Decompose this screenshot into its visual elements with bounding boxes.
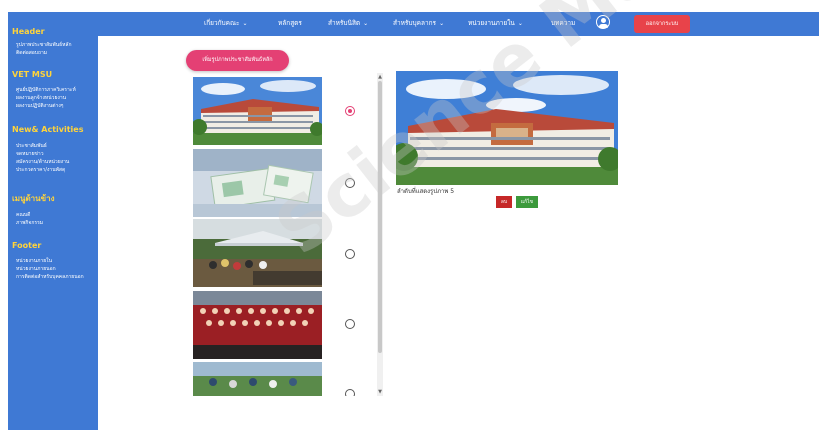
- thumbnail-building[interactable]: [193, 77, 322, 145]
- sidebar-heading-vet-msu[interactable]: VET MSU: [12, 70, 52, 79]
- sidebar-link[interactable]: ผลงานปฏิบัติงานต่างๆ: [16, 102, 63, 110]
- nav-item-curriculum[interactable]: หลักสูตร: [278, 18, 302, 28]
- select-radio-4[interactable]: [345, 319, 355, 329]
- nav-label: หลักสูตร: [278, 19, 302, 27]
- add-banner-image-button[interactable]: เพิ่มรูปภาพประชาสัมพันธ์หลัก: [186, 50, 289, 71]
- sidebar-link[interactable]: สมัครงาน/ด้านหน่วยงาน: [16, 158, 69, 166]
- group-photo: [193, 291, 322, 359]
- nav-label: สำหรับนิสิต: [328, 19, 361, 27]
- preview-caption: ลำดับที่แสดงรูปภาพ 5: [397, 188, 455, 195]
- select-radio-2[interactable]: [345, 178, 355, 188]
- nav-item-students[interactable]: สำหรับนิสิต ⌄: [328, 18, 368, 28]
- sidebar-link[interactable]: ติดต่อสอบถาม: [16, 49, 47, 57]
- thumbnail-money[interactable]: [193, 149, 322, 217]
- list-scrollbar[interactable]: ▲ ▼: [377, 73, 383, 396]
- delete-button[interactable]: ลบ: [496, 196, 512, 208]
- building-photo: [193, 77, 322, 145]
- chevron-down-icon: ⌄: [517, 20, 523, 27]
- nav-item-internal-units[interactable]: หน่วยงานภายใน ⌄: [468, 18, 523, 28]
- sidebar-heading-header[interactable]: Header: [12, 27, 45, 36]
- scroll-up-icon[interactable]: ▲: [377, 74, 383, 80]
- logout-button[interactable]: ออกจากระบบ: [634, 15, 690, 33]
- top-nav: เกี่ยวกับคณะ ⌄ หลักสูตร สำหรับนิสิต ⌄ สำหร…: [98, 12, 819, 36]
- sidebar: Header รูปภาพประชาสัมพันธ์หลัก ติดต่อสอบ…: [8, 12, 98, 430]
- banner-image-list: ▲ ▼: [186, 73, 384, 396]
- select-radio-5[interactable]: [345, 389, 355, 396]
- sidebar-link[interactable]: ประกวดราคา/งานพัสดุ: [16, 166, 65, 174]
- building-photo-large: [396, 71, 618, 185]
- nav-item-about[interactable]: เกี่ยวกับคณะ ⌄: [204, 18, 248, 28]
- scroll-down-icon[interactable]: ▼: [377, 389, 383, 395]
- nav-item-articles[interactable]: บทความ: [551, 18, 575, 28]
- nav-label: หน่วยงานภายใน: [468, 19, 515, 27]
- selected-image-preview: [396, 71, 618, 185]
- sidebar-heading-footer[interactable]: Footer: [12, 241, 41, 250]
- select-radio-1[interactable]: [345, 106, 355, 116]
- thumbnail-tent-event[interactable]: [193, 219, 322, 287]
- chevron-down-icon: ⌄: [363, 20, 369, 27]
- sidebar-link[interactable]: ภาพกิจกรรม: [16, 219, 43, 227]
- chevron-down-icon: ⌄: [439, 20, 445, 27]
- scrollbar-thumb[interactable]: [378, 81, 382, 353]
- chevron-down-icon: ⌄: [242, 20, 248, 27]
- sidebar-heading-news-activities[interactable]: New& Activities: [12, 125, 83, 134]
- sidebar-link[interactable]: ศูนย์ปฏิบัติการภาควิเคราะห์: [16, 86, 76, 94]
- sidebar-link[interactable]: หน่วยงานภายนอก: [16, 265, 56, 273]
- sidebar-link[interactable]: จดหมายข่าว: [16, 150, 44, 158]
- tent-event-photo: [193, 219, 322, 287]
- nav-label: เกี่ยวกับคณะ: [204, 19, 240, 27]
- sidebar-link[interactable]: การติดต่อสำหรับบุคคลภายนอก: [16, 273, 84, 281]
- admin-page: Header รูปภาพประชาสัมพันธ์หลัก ติดต่อสอบ…: [0, 0, 819, 430]
- user-circle-icon[interactable]: [596, 15, 610, 29]
- outdoor-crowd-photo: [193, 362, 322, 396]
- select-radio-3[interactable]: [345, 249, 355, 259]
- sidebar-heading-side-menu[interactable]: เมนูด้านข้าง: [12, 192, 55, 205]
- money-photo: [193, 149, 322, 217]
- sidebar-link[interactable]: คณบดี: [16, 211, 30, 219]
- sidebar-link[interactable]: ประชาสัมพันธ์: [16, 142, 47, 150]
- sidebar-link[interactable]: ผลงานลูกจ้างหน่วยงาน: [16, 94, 66, 102]
- edit-button[interactable]: แก้ไข: [516, 196, 538, 208]
- nav-item-staff[interactable]: สำหรับบุคลากร ⌄: [393, 18, 444, 28]
- thumbnail-group-photo[interactable]: [193, 291, 322, 359]
- sidebar-link[interactable]: รูปภาพประชาสัมพันธ์หลัก: [16, 41, 72, 49]
- thumbnail-outdoor-crowd[interactable]: [193, 362, 322, 396]
- sidebar-link[interactable]: หน่วยงานภายใน: [16, 257, 52, 265]
- nav-label: บทความ: [551, 19, 576, 27]
- nav-label: สำหรับบุคลากร: [393, 19, 437, 27]
- watermark: Science Mahasarakham Uni: [0, 0, 819, 430]
